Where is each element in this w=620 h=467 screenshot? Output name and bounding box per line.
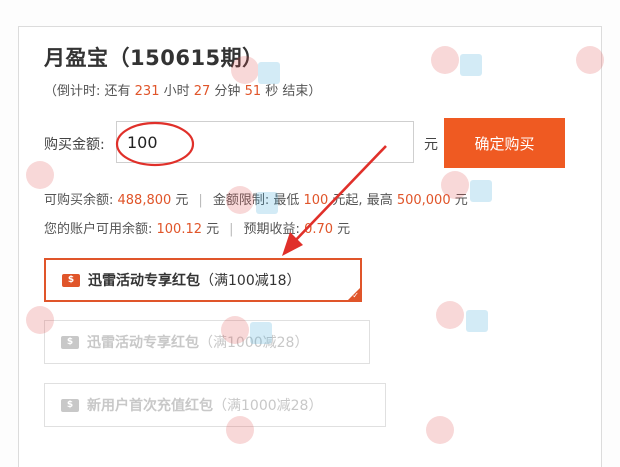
countdown-seconds: 51 [244, 84, 262, 99]
balance-value: 100.12 [156, 222, 203, 237]
countdown-minutes: 27 [193, 84, 211, 99]
page-title: 月盈宝（150615期） [44, 42, 264, 72]
amount-label: 购买金额: [44, 137, 105, 153]
limits-row: 可购买余额: 488,800 元 | 金额限制: 最低 100 元起, 最高 500… [44, 189, 468, 208]
seconds-unit: 秒 结束） [261, 84, 322, 99]
available-value: 488,800 [117, 193, 172, 208]
expected-unit: 元 [333, 222, 351, 237]
available-unit: 元 [171, 193, 189, 208]
limit-max: 500,000 [396, 193, 451, 208]
confirm-buy-button[interactable]: 确定购买 [444, 118, 565, 168]
coupon-condition: （满100减18） [200, 273, 301, 289]
coupon-option-3[interactable]: $ 新用户首次充值红包 （满1000减28） [44, 383, 386, 427]
countdown: （倒计时: 还有 231 小时 27 分钟 51 秒 结束） [44, 80, 321, 99]
check-mark-icon: ✓ [352, 291, 359, 300]
expected-label: 预期收益: [243, 222, 305, 237]
coupon-option-1[interactable]: $ 迅雷活动专享红包 （满100减18） ✓ [44, 258, 362, 302]
limit-label: 金额限制: 最低 [212, 193, 304, 208]
coupon-condition: （满1000减28） [199, 335, 309, 351]
amount-input[interactable] [116, 121, 414, 163]
minutes-unit: 分钟 [210, 84, 245, 99]
separator: | [198, 193, 203, 208]
coupon-name: 迅雷活动专享红包 [88, 273, 200, 289]
coin-icon: $ [61, 335, 79, 349]
coin-icon: $ [61, 398, 79, 412]
coupon-option-2[interactable]: $ 迅雷活动专享红包 （满1000减28） [44, 320, 370, 364]
balance-unit: 元 [202, 222, 220, 237]
issue-number: （150615期） [108, 46, 264, 70]
hours-unit: 小时 [159, 84, 194, 99]
limit-unit: 元 [450, 193, 468, 208]
countdown-prefix: （倒计时: 还有 [44, 84, 135, 99]
separator: | [229, 222, 234, 237]
balance-row: 您的账户可用余额: 100.12 元 | 预期收益: 0.70 元 [44, 218, 350, 237]
available-label: 可购买余额: [44, 193, 118, 208]
countdown-hours: 231 [134, 84, 160, 99]
coin-icon: $ [62, 273, 80, 287]
limit-min: 100 [303, 193, 329, 208]
balance-label: 您的账户可用余额: [44, 222, 157, 237]
coupon-name: 迅雷活动专享红包 [87, 335, 199, 351]
amount-unit: 元 [424, 137, 438, 153]
limit-mid: 元起, 最高 [328, 193, 397, 208]
coupon-condition: （满1000减28） [213, 398, 323, 414]
expected-value: 0.70 [304, 222, 334, 237]
product-name: 月盈宝 [44, 46, 109, 70]
coupon-name: 新用户首次充值红包 [87, 398, 213, 414]
